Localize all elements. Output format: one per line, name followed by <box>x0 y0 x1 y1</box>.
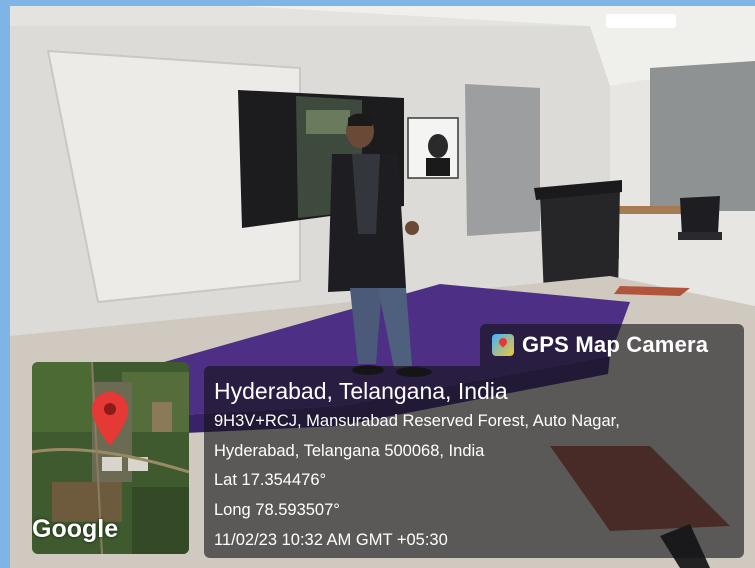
timestamp-text: 11/02/23 10:32 AM GMT +05:30 <box>214 530 448 549</box>
photo-frame: Google GPS Map Camera Hyderabad, Telanga… <box>10 6 755 568</box>
gps-app-name: GPS Map Camera <box>522 332 709 357</box>
gps-app-badge: GPS Map Camera <box>480 324 744 366</box>
gps-map-camera-app-icon <box>492 334 514 356</box>
location-city: Hyderabad, Telangana, India <box>214 378 508 404</box>
location-info-panel: Hyderabad, Telangana, India 9H3V+RCJ, Ma… <box>204 366 744 558</box>
satellite-map-thumbnail: Google <box>32 362 189 554</box>
latitude-text: Lat 17.354476° <box>214 471 327 490</box>
map-pin-icon <box>92 392 128 446</box>
address-line-2: Hyderabad, Telangana 500068, India <box>214 441 485 460</box>
map-provider-label: Google <box>32 515 119 543</box>
address-line-1: 9H3V+RCJ, Mansurabad Reserved Forest, Au… <box>214 412 620 430</box>
longitude-text: Long 78.593507° <box>214 500 340 519</box>
